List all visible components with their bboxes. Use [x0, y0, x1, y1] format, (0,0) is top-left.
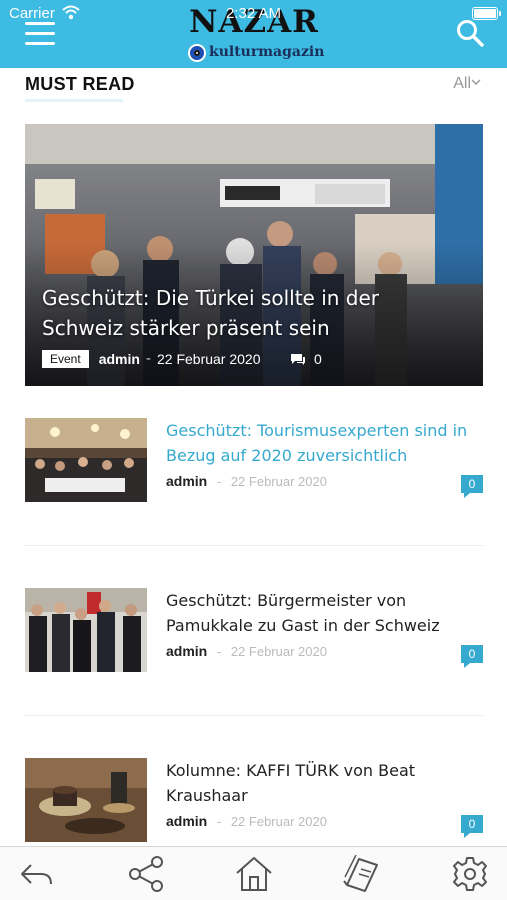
- article-title[interactable]: Geschützt: Tourismusexperten sind in Bez…: [166, 418, 483, 468]
- article-thumbnail: [25, 588, 147, 672]
- featured-image: [25, 124, 483, 386]
- author-name[interactable]: admin: [99, 351, 140, 367]
- featured-title[interactable]: Geschützt: Die Türkei sollte in der Schw…: [42, 283, 462, 343]
- home-icon[interactable]: [234, 855, 274, 893]
- author-name[interactable]: admin: [166, 643, 207, 659]
- featured-meta: Event admin - 22 Februar 2020: [42, 348, 261, 370]
- comment-count-badge[interactable]: 0: [461, 645, 483, 668]
- list-item[interactable]: Geschützt: Tourismusexperten sind in Bez…: [25, 418, 483, 510]
- status-time: 2:32 AM: [225, 5, 282, 22]
- meta-separator: -: [216, 474, 222, 489]
- back-icon[interactable]: [17, 855, 57, 893]
- section-title: MUST READ: [25, 74, 135, 94]
- logo-subtitle: kulturmagazin: [209, 44, 325, 60]
- publish-date: 22 Februar 2020: [230, 814, 327, 829]
- article-thumbnail: [25, 758, 147, 842]
- article-meta: admin - 22 Februar 2020: [166, 813, 327, 829]
- search-icon[interactable]: [455, 18, 485, 48]
- comment-count-badge[interactable]: 0: [461, 475, 483, 498]
- settings-icon[interactable]: [450, 855, 490, 893]
- publish-date: 22 Februar 2020: [230, 644, 327, 659]
- book-icon[interactable]: [341, 855, 381, 893]
- list-item[interactable]: Kolumne: KAFFI TÜRK von Beat Kraushaar a…: [25, 758, 483, 850]
- share-icon[interactable]: [127, 855, 167, 893]
- comment-count-badge[interactable]: 0: [461, 815, 483, 838]
- featured-article[interactable]: Geschützt: Die Türkei sollte in der Schw…: [25, 124, 483, 386]
- app-header: Carrier 2:32 AM NAZAR kulturmagazin: [0, 0, 507, 68]
- meta-separator: -: [145, 351, 151, 367]
- featured-comments[interactable]: 0: [290, 348, 322, 370]
- article-meta: admin - 22 Februar 2020: [166, 473, 327, 489]
- publish-date: 22 Februar 2020: [156, 351, 261, 367]
- article-thumbnail: [25, 418, 147, 502]
- divider: [25, 545, 483, 546]
- meta-separator: -: [216, 644, 222, 659]
- publish-date: 22 Februar 2020: [230, 474, 327, 489]
- evil-eye-icon: [188, 44, 206, 62]
- article-title[interactable]: Geschützt: Bürgermeister von Pamukkale z…: [166, 588, 483, 638]
- author-name[interactable]: admin: [166, 473, 207, 489]
- filter-dropdown[interactable]: All: [453, 75, 471, 93]
- section-underline: [25, 99, 123, 102]
- bottom-tab-bar: [0, 846, 507, 900]
- divider: [25, 715, 483, 716]
- article-meta: admin - 22 Februar 2020: [166, 643, 327, 659]
- comment-icon: [291, 353, 305, 365]
- chevron-down-icon[interactable]: [471, 77, 481, 87]
- list-item[interactable]: Geschützt: Bürgermeister von Pamukkale z…: [25, 588, 483, 680]
- author-name[interactable]: admin: [166, 813, 207, 829]
- comment-count: 0: [314, 351, 322, 367]
- meta-separator: -: [216, 814, 222, 829]
- category-badge[interactable]: Event: [42, 350, 89, 368]
- article-title[interactable]: Kolumne: KAFFI TÜRK von Beat Kraushaar: [166, 758, 483, 808]
- hamburger-menu-icon[interactable]: [25, 22, 55, 46]
